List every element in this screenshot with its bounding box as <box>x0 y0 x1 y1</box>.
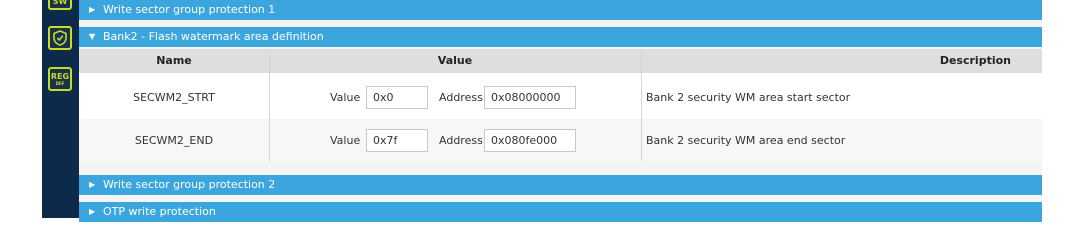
column-header-value: Value <box>437 54 473 67</box>
reg-icon-sublabel: DEF <box>55 80 65 86</box>
sidebar: SW REG DEF <box>42 0 79 218</box>
section-title: OTP write protection <box>103 205 216 218</box>
value-input[interactable]: 0x7f <box>366 129 428 152</box>
right-margin <box>1042 0 1076 218</box>
reg-icon[interactable]: REG DEF <box>48 67 72 91</box>
column-header-name: Name <box>156 54 192 67</box>
register-description: Bank 2 security WM area end sector <box>646 134 846 147</box>
section-title: Write sector group protection 2 <box>103 178 276 191</box>
reg-icon-label: REG <box>50 71 70 81</box>
chevron-right-icon: ▶ <box>89 207 96 216</box>
chevron-right-icon: ▶ <box>89 5 96 14</box>
column-divider <box>269 49 270 161</box>
chevron-right-icon: ▶ <box>89 180 96 189</box>
section-write-sector-group-protection-2[interactable]: ▶ Write sector group protection 2 <box>79 175 1042 195</box>
section-title: Bank2 - Flash watermark area definition <box>103 30 324 43</box>
section-bank2-flash-watermark[interactable]: ▼ Bank2 - Flash watermark area definitio… <box>79 27 1042 47</box>
option-bytes-panel: ▶ Write sector group protection 1 ▼ Bank… <box>79 0 1042 222</box>
shield-icon[interactable] <box>48 26 72 50</box>
table-header: Name Value Description <box>79 49 1042 73</box>
chevron-down-icon: ▼ <box>89 32 96 41</box>
column-header-description: Description <box>939 54 1011 67</box>
column-divider <box>641 49 642 161</box>
register-name: SECWM2_STRT <box>133 91 215 104</box>
table-row: SECWM2_STRT Value 0x0 Address 0x08000000… <box>79 76 1042 120</box>
section-title: Write sector group protection 1 <box>103 3 276 16</box>
register-description: Bank 2 security WM area start sector <box>646 91 851 104</box>
value-label: Value <box>330 91 361 104</box>
address-input[interactable]: 0x080fe000 <box>484 129 576 152</box>
shield-icon-graphic <box>53 30 67 46</box>
value-label: Value <box>330 134 361 147</box>
address-label: Address <box>439 134 483 147</box>
watermark-table: Name Value Description SECWM2_STRT Value… <box>79 49 1042 162</box>
value-input[interactable]: 0x0 <box>366 86 428 109</box>
section-write-sector-group-protection-1[interactable]: ▶ Write sector group protection 1 <box>79 0 1042 20</box>
sw-icon[interactable]: SW <box>48 0 72 10</box>
left-margin <box>0 0 42 218</box>
sw-icon-label: SW <box>52 0 68 6</box>
section-otp-write-protection[interactable]: ▶ OTP write protection <box>79 202 1042 222</box>
register-name: SECWM2_END <box>134 134 214 147</box>
address-input[interactable]: 0x08000000 <box>484 86 576 109</box>
table-row: SECWM2_END Value 0x7f Address 0x080fe000… <box>79 119 1042 162</box>
address-label: Address <box>439 91 483 104</box>
